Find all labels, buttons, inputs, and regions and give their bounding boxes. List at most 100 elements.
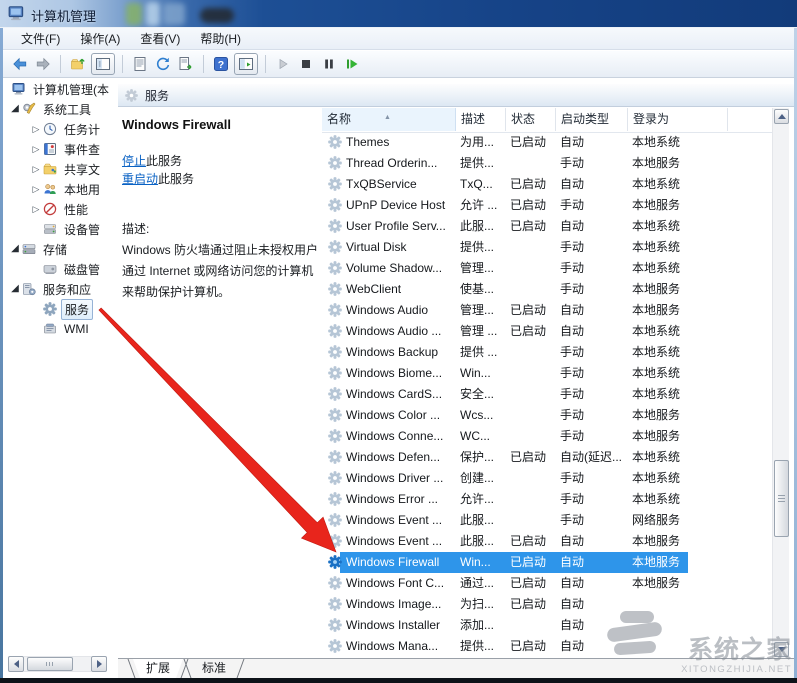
service-row-windows-image[interactable]: Windows Image...为扫...已启动自动 — [322, 594, 772, 615]
expanded-icon[interactable]: ◢ — [8, 99, 22, 119]
service-row-windows-conne[interactable]: Windows Conne...WC...手动本地服务 — [322, 426, 772, 447]
service-row-windows-event[interactable]: Windows Event ...此服...已启动自动本地服务 — [322, 531, 772, 552]
service-row-thread-orderin[interactable]: Thread Orderin...提供...手动本地服务 — [322, 153, 772, 174]
expanded-icon[interactable]: ◢ — [8, 239, 22, 259]
service-row-virtual-disk[interactable]: Virtual Disk提供...手动本地系统 — [322, 237, 772, 258]
export-list-icon[interactable] — [176, 54, 196, 74]
menu-item[interactable]: 文件(F) — [11, 28, 70, 49]
expanded-icon[interactable]: ◢ — [8, 279, 22, 299]
help-icon[interactable]: ? — [211, 54, 231, 74]
column-header-log-on-as[interactable]: 登录为 — [628, 108, 728, 131]
show-actions-icon[interactable] — [234, 53, 258, 75]
cell-desc: 提供... — [460, 153, 506, 174]
show-tree-icon[interactable] — [91, 53, 115, 75]
scroll-down-button[interactable] — [774, 642, 789, 657]
tab-extended[interactable]: 扩展 — [133, 659, 183, 678]
forward-icon[interactable] — [33, 54, 53, 74]
scroll-left-button[interactable] — [8, 656, 24, 672]
tree-item-label: 计算机管理(本 — [30, 80, 112, 99]
restart-service-icon[interactable] — [342, 54, 362, 74]
up-level-icon[interactable] — [68, 54, 88, 74]
cell-startup: 自动 — [560, 216, 628, 237]
service-row-themes[interactable]: Themes为用...已启动自动本地系统 — [322, 132, 772, 153]
tree-item-event-viewer[interactable]: ▷事件查 — [3, 139, 113, 159]
service-row-windows-biome[interactable]: Windows Biome...Win...手动本地系统 — [322, 363, 772, 384]
tab-standard[interactable]: 标准 — [189, 659, 239, 678]
tree-item-label: 存储 — [40, 240, 70, 259]
tree-item-label: 性能 — [61, 200, 91, 219]
cell-desc: 为用... — [460, 132, 506, 153]
stop-service-link[interactable]: 停止 — [122, 154, 146, 168]
service-row-windows-driver[interactable]: Windows Driver ...创建...手动本地系统 — [322, 468, 772, 489]
cell-logon: 本地系统 — [632, 258, 728, 279]
tree-item-wmi-control[interactable]: WMI — [3, 319, 113, 339]
tree-item-services-and-apps[interactable]: ◢服务和应 — [3, 279, 113, 299]
column-header-status[interactable]: 状态 — [506, 108, 556, 131]
service-row-windows-event[interactable]: Windows Event ...此服...手动网络服务 — [322, 510, 772, 531]
collapsed-icon[interactable]: ▷ — [29, 139, 43, 159]
service-row-windows-cards[interactable]: Windows CardS...安全...手动本地系统 — [322, 384, 772, 405]
tree-item-storage[interactable]: ◢ 存储 — [3, 239, 113, 259]
cell-logon: 网络服务 — [632, 510, 728, 531]
list-vertical-scrollbar[interactable] — [772, 108, 789, 658]
tree-item-task-scheduler[interactable]: ▷任务计 — [3, 119, 113, 139]
tree-item-shared-folders[interactable]: ▷共享文 — [3, 159, 113, 179]
devmgr-icon — [43, 222, 57, 236]
cell-logon: 本地系统 — [632, 468, 728, 489]
menu-item[interactable]: 帮助(H) — [190, 28, 251, 49]
tree-item-local-users[interactable]: ▷本地用 — [3, 179, 113, 199]
tree-item-performance[interactable]: ▷ 性能 — [3, 199, 113, 219]
menu-item[interactable]: 操作(A) — [70, 28, 130, 49]
cell-desc: 提供... — [460, 237, 506, 258]
service-row-user-profile-serv[interactable]: User Profile Serv...此服...已启动自动本地系统 — [322, 216, 772, 237]
service-row-windows-defen[interactable]: Windows Defen...保护...已启动自动(延迟...本地系统 — [322, 447, 772, 468]
scrollbar-thumb[interactable] — [27, 657, 73, 671]
service-row-upnp-device-host[interactable]: UPnP Device Host允许 ...已启动手动本地服务 — [322, 195, 772, 216]
column-header-description[interactable]: 描述 — [456, 108, 506, 131]
column-header-name[interactable]: 名称 ▲ — [322, 108, 456, 131]
service-row-windows-firewall[interactable]: Windows FirewallWin...已启动自动本地服务 — [322, 552, 772, 573]
restart-service-link[interactable]: 重启动 — [122, 172, 158, 186]
collapsed-icon[interactable]: ▷ — [29, 119, 43, 139]
tree-horizontal-scrollbar[interactable] — [8, 656, 107, 672]
service-row-windows-color[interactable]: Windows Color ...Wcs...手动本地服务 — [322, 405, 772, 426]
menu-item[interactable]: 查看(V) — [130, 28, 190, 49]
stop-service-icon[interactable] — [296, 54, 316, 74]
down-arrow-icon — [778, 647, 786, 652]
cell-logon: 本地服务 — [632, 195, 728, 216]
service-row-windows-audio[interactable]: Windows Audio管理...已启动自动本地服务 — [322, 300, 772, 321]
start-service-icon[interactable] — [273, 54, 293, 74]
scroll-up-button[interactable] — [774, 109, 789, 124]
pause-service-icon[interactable] — [319, 54, 339, 74]
service-row-windows-mana[interactable]: Windows Mana...提供...已启动自动 — [322, 636, 772, 657]
service-row-windows-installer[interactable]: Windows Installer添加...自动 — [322, 615, 772, 636]
service-row-webclient[interactable]: WebClient使基...手动本地服务 — [322, 279, 772, 300]
service-row-txqbservice[interactable]: TxQBServiceTxQ...已启动自动本地系统 — [322, 174, 772, 195]
cell-startup: 手动 — [560, 426, 628, 447]
scrollbar-track[interactable] — [24, 656, 91, 672]
cell-status: 已启动 — [510, 174, 556, 195]
service-row-volume-shadow[interactable]: Volume Shadow...管理...手动本地系统 — [322, 258, 772, 279]
collapsed-icon[interactable]: ▷ — [29, 159, 43, 179]
tree-item-computer-management-root[interactable]: 计算机管理(本 — [3, 79, 113, 99]
tree-item-device-manager[interactable]: 设备管 — [3, 219, 113, 239]
menu-bar: 文件(F)操作(A)查看(V)帮助(H) — [3, 28, 794, 50]
scrollbar-thumb[interactable] — [774, 460, 789, 537]
service-row-windows-backup[interactable]: Windows Backup提供 ...手动本地系统 — [322, 342, 772, 363]
back-icon[interactable] — [10, 54, 30, 74]
cell-logon: 本地系统 — [632, 384, 728, 405]
service-row-windows-font-c[interactable]: Windows Font C...通过...已启动自动本地服务 — [322, 573, 772, 594]
service-row-windows-error[interactable]: Windows Error ...允许...手动本地系统 — [322, 489, 772, 510]
properties-icon[interactable] — [130, 54, 150, 74]
scroll-right-button[interactable] — [91, 656, 107, 672]
collapsed-icon[interactable]: ▷ — [29, 199, 43, 219]
service-row-windows-audio[interactable]: Windows Audio ...管理 ...已启动自动本地系统 — [322, 321, 772, 342]
refresh-icon[interactable] — [153, 54, 173, 74]
collapsed-icon[interactable]: ▷ — [29, 179, 43, 199]
tree-item-disk-management[interactable]: 磁盘管 — [3, 259, 113, 279]
column-header-startup-type[interactable]: 启动类型 — [556, 108, 628, 131]
cell-logon: 本地服务 — [632, 552, 728, 573]
tree-item-services[interactable]: 服务 — [3, 299, 113, 319]
cell-status: 已启动 — [510, 531, 556, 552]
tree-item-system-tools[interactable]: ◢系统工具 — [3, 99, 113, 119]
